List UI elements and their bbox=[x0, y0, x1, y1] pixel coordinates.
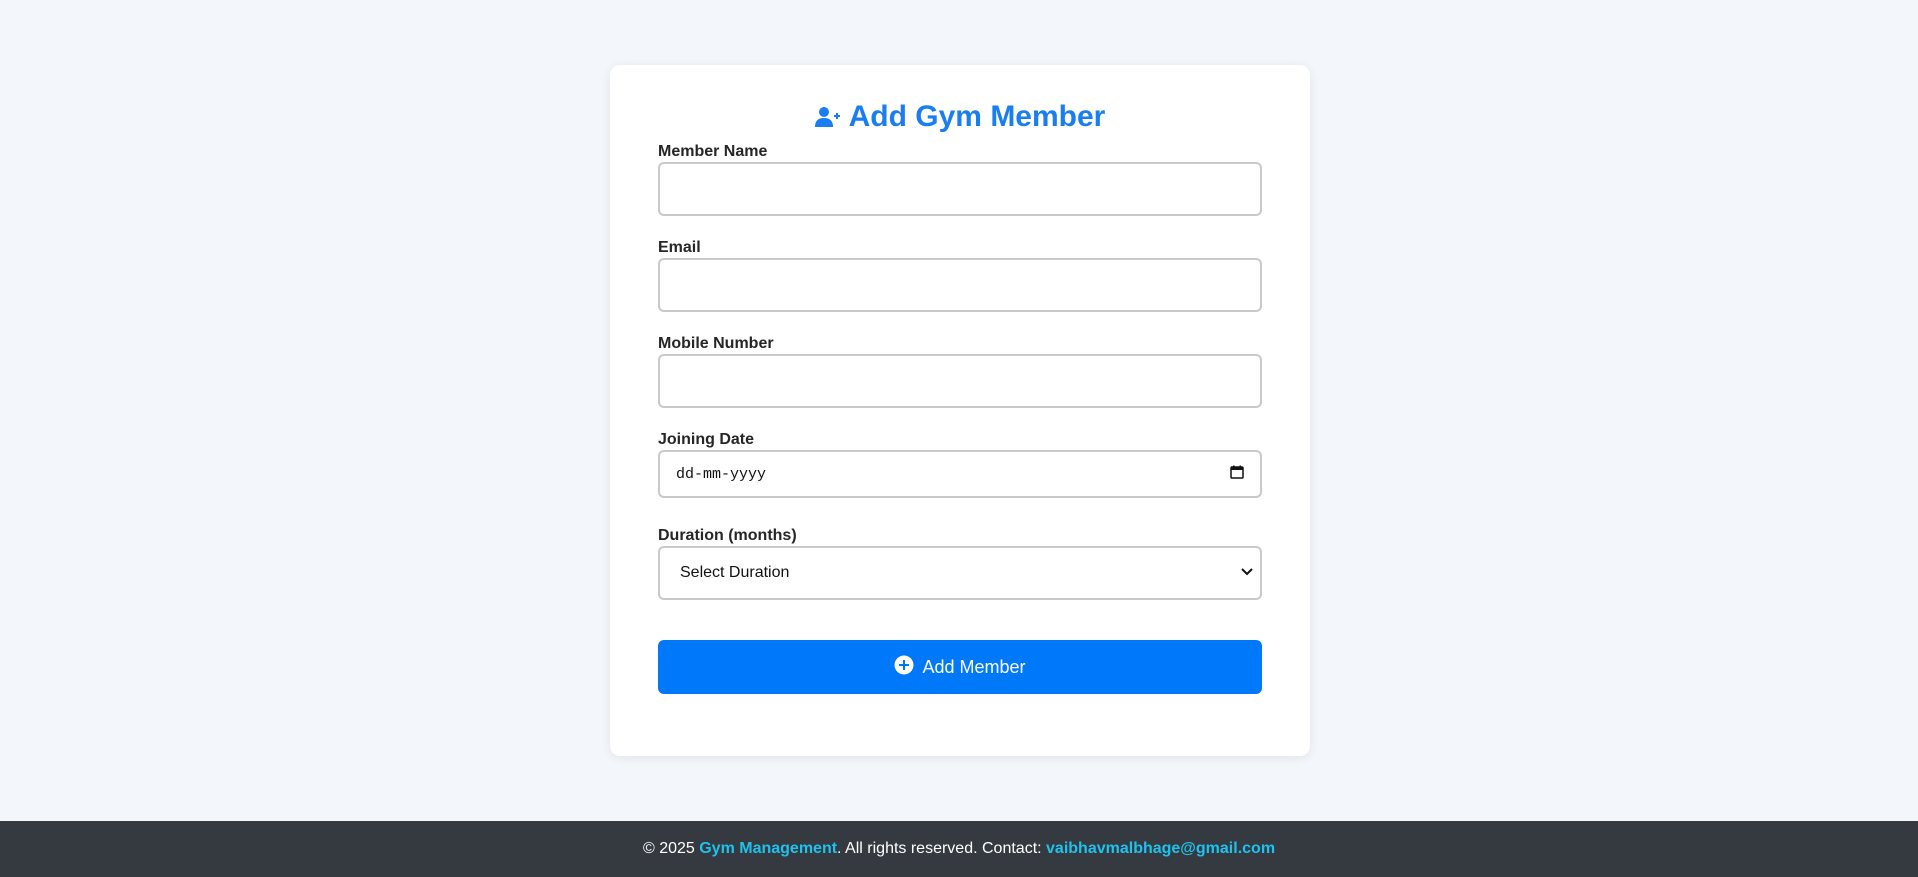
email-input[interactable] bbox=[676, 260, 1244, 310]
duration-field: Duration (months) Select Duration bbox=[658, 526, 1262, 600]
footer: © 2025 Gym Management. All rights reserv… bbox=[0, 821, 1918, 877]
joining-date-input[interactable]: dd-mm-yyyy bbox=[658, 450, 1262, 498]
calendar-icon[interactable] bbox=[1230, 465, 1244, 484]
footer-brand: Gym Management bbox=[699, 840, 838, 857]
form-title: Add Gym Member bbox=[658, 65, 1262, 142]
mobile-input-box[interactable] bbox=[658, 354, 1262, 408]
email-field: Email bbox=[658, 238, 1262, 312]
joining-date-label: Joining Date bbox=[658, 431, 755, 448]
form-title-text: Add Gym Member bbox=[848, 99, 1106, 133]
email-input-box[interactable] bbox=[658, 258, 1262, 312]
chevron-down-icon bbox=[1240, 564, 1254, 582]
duration-select[interactable]: Select Duration bbox=[658, 546, 1262, 600]
plus-circle-icon bbox=[894, 655, 914, 680]
mobile-field: Mobile Number bbox=[658, 334, 1262, 408]
member-name-field: Member Name bbox=[658, 142, 1262, 216]
duration-selected-value: Select Duration bbox=[680, 564, 790, 581]
joining-date-placeholder: dd-mm-yyyy bbox=[676, 465, 767, 483]
member-name-label: Member Name bbox=[658, 143, 768, 160]
duration-label: Duration (months) bbox=[658, 527, 797, 544]
member-name-input[interactable] bbox=[676, 164, 1244, 214]
member-name-input-box[interactable] bbox=[658, 162, 1262, 216]
footer-email-link[interactable]: vaibhavmalbhage@gmail.com bbox=[1046, 840, 1275, 858]
mobile-input[interactable] bbox=[676, 356, 1244, 406]
email-label: Email bbox=[658, 239, 701, 256]
footer-copyright: © 2025 bbox=[642, 840, 700, 857]
joining-date-field: Joining Date dd-mm-yyyy bbox=[658, 430, 1262, 498]
footer-rights-text: . All rights reserved. Contact: bbox=[837, 840, 1047, 857]
mobile-label: Mobile Number bbox=[658, 335, 774, 352]
add-member-button-label: Add Member bbox=[922, 656, 1026, 677]
add-member-button[interactable]: Add Member bbox=[658, 640, 1262, 694]
add-member-card: Add Gym Member Member Name Email Mobile … bbox=[610, 65, 1310, 756]
user-plus-icon bbox=[814, 105, 841, 129]
